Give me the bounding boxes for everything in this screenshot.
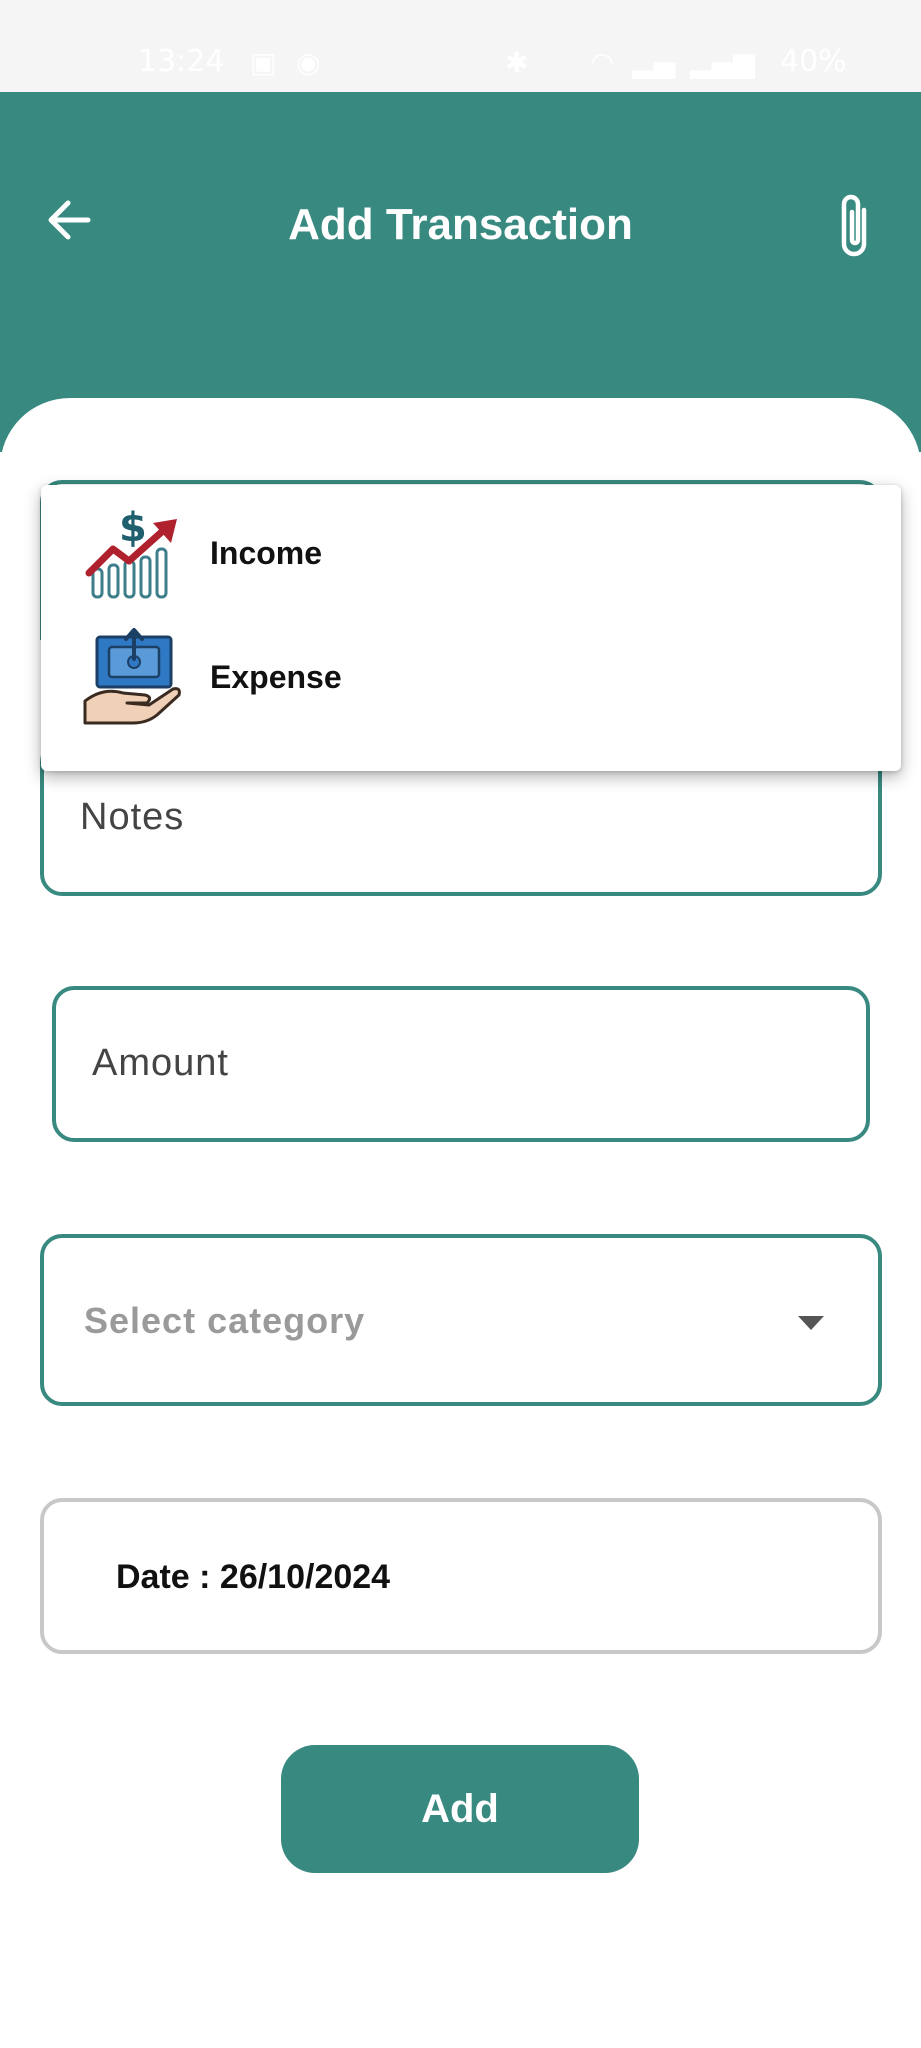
date-picker[interactable]: Date : 26/10/2024 — [40, 1498, 882, 1654]
date-value: Date : 26/10/2024 — [116, 1558, 391, 1596]
amount-input[interactable]: Amount — [52, 986, 870, 1142]
app-notification-icon: ◉ — [296, 46, 321, 79]
bluetooth-icon: ✱ — [505, 46, 529, 79]
status-bar: 13:24 ▣ ◉ ✱ ◠ ▂▄ ▂▄▆ 40% — [0, 0, 921, 92]
signal-icon: ▂▄ — [632, 46, 676, 79]
menu-item-expense[interactable]: Expense — [41, 617, 901, 741]
category-placeholder: Select category — [84, 1300, 366, 1341]
income-chart-icon: $ — [83, 503, 185, 605]
status-time: 13:24 — [138, 44, 225, 79]
menu-item-income-label: Income — [210, 535, 323, 571]
dropdown-caret-icon — [798, 1316, 824, 1330]
wifi-icon: ◠ — [590, 46, 615, 79]
menu-item-income[interactable]: $ Income — [41, 493, 901, 617]
paperclip-icon[interactable] — [830, 190, 880, 262]
battery-level: 40% — [780, 44, 847, 79]
menu-item-expense-label: Expense — [210, 659, 342, 695]
add-button[interactable]: Add — [281, 1745, 639, 1873]
notes-placeholder: Notes — [80, 796, 185, 838]
transaction-type-menu: $ Income Expense — [41, 485, 901, 771]
svg-text:$: $ — [119, 505, 147, 551]
signal-2-icon: ▂▄▆ — [690, 46, 755, 79]
page-title: Add Transaction — [288, 200, 633, 249]
linkedin-icon: ▣ — [250, 46, 277, 79]
category-dropdown[interactable]: Select category — [40, 1234, 882, 1406]
amount-placeholder: Amount — [92, 1042, 229, 1084]
expense-hand-icon — [83, 627, 185, 729]
